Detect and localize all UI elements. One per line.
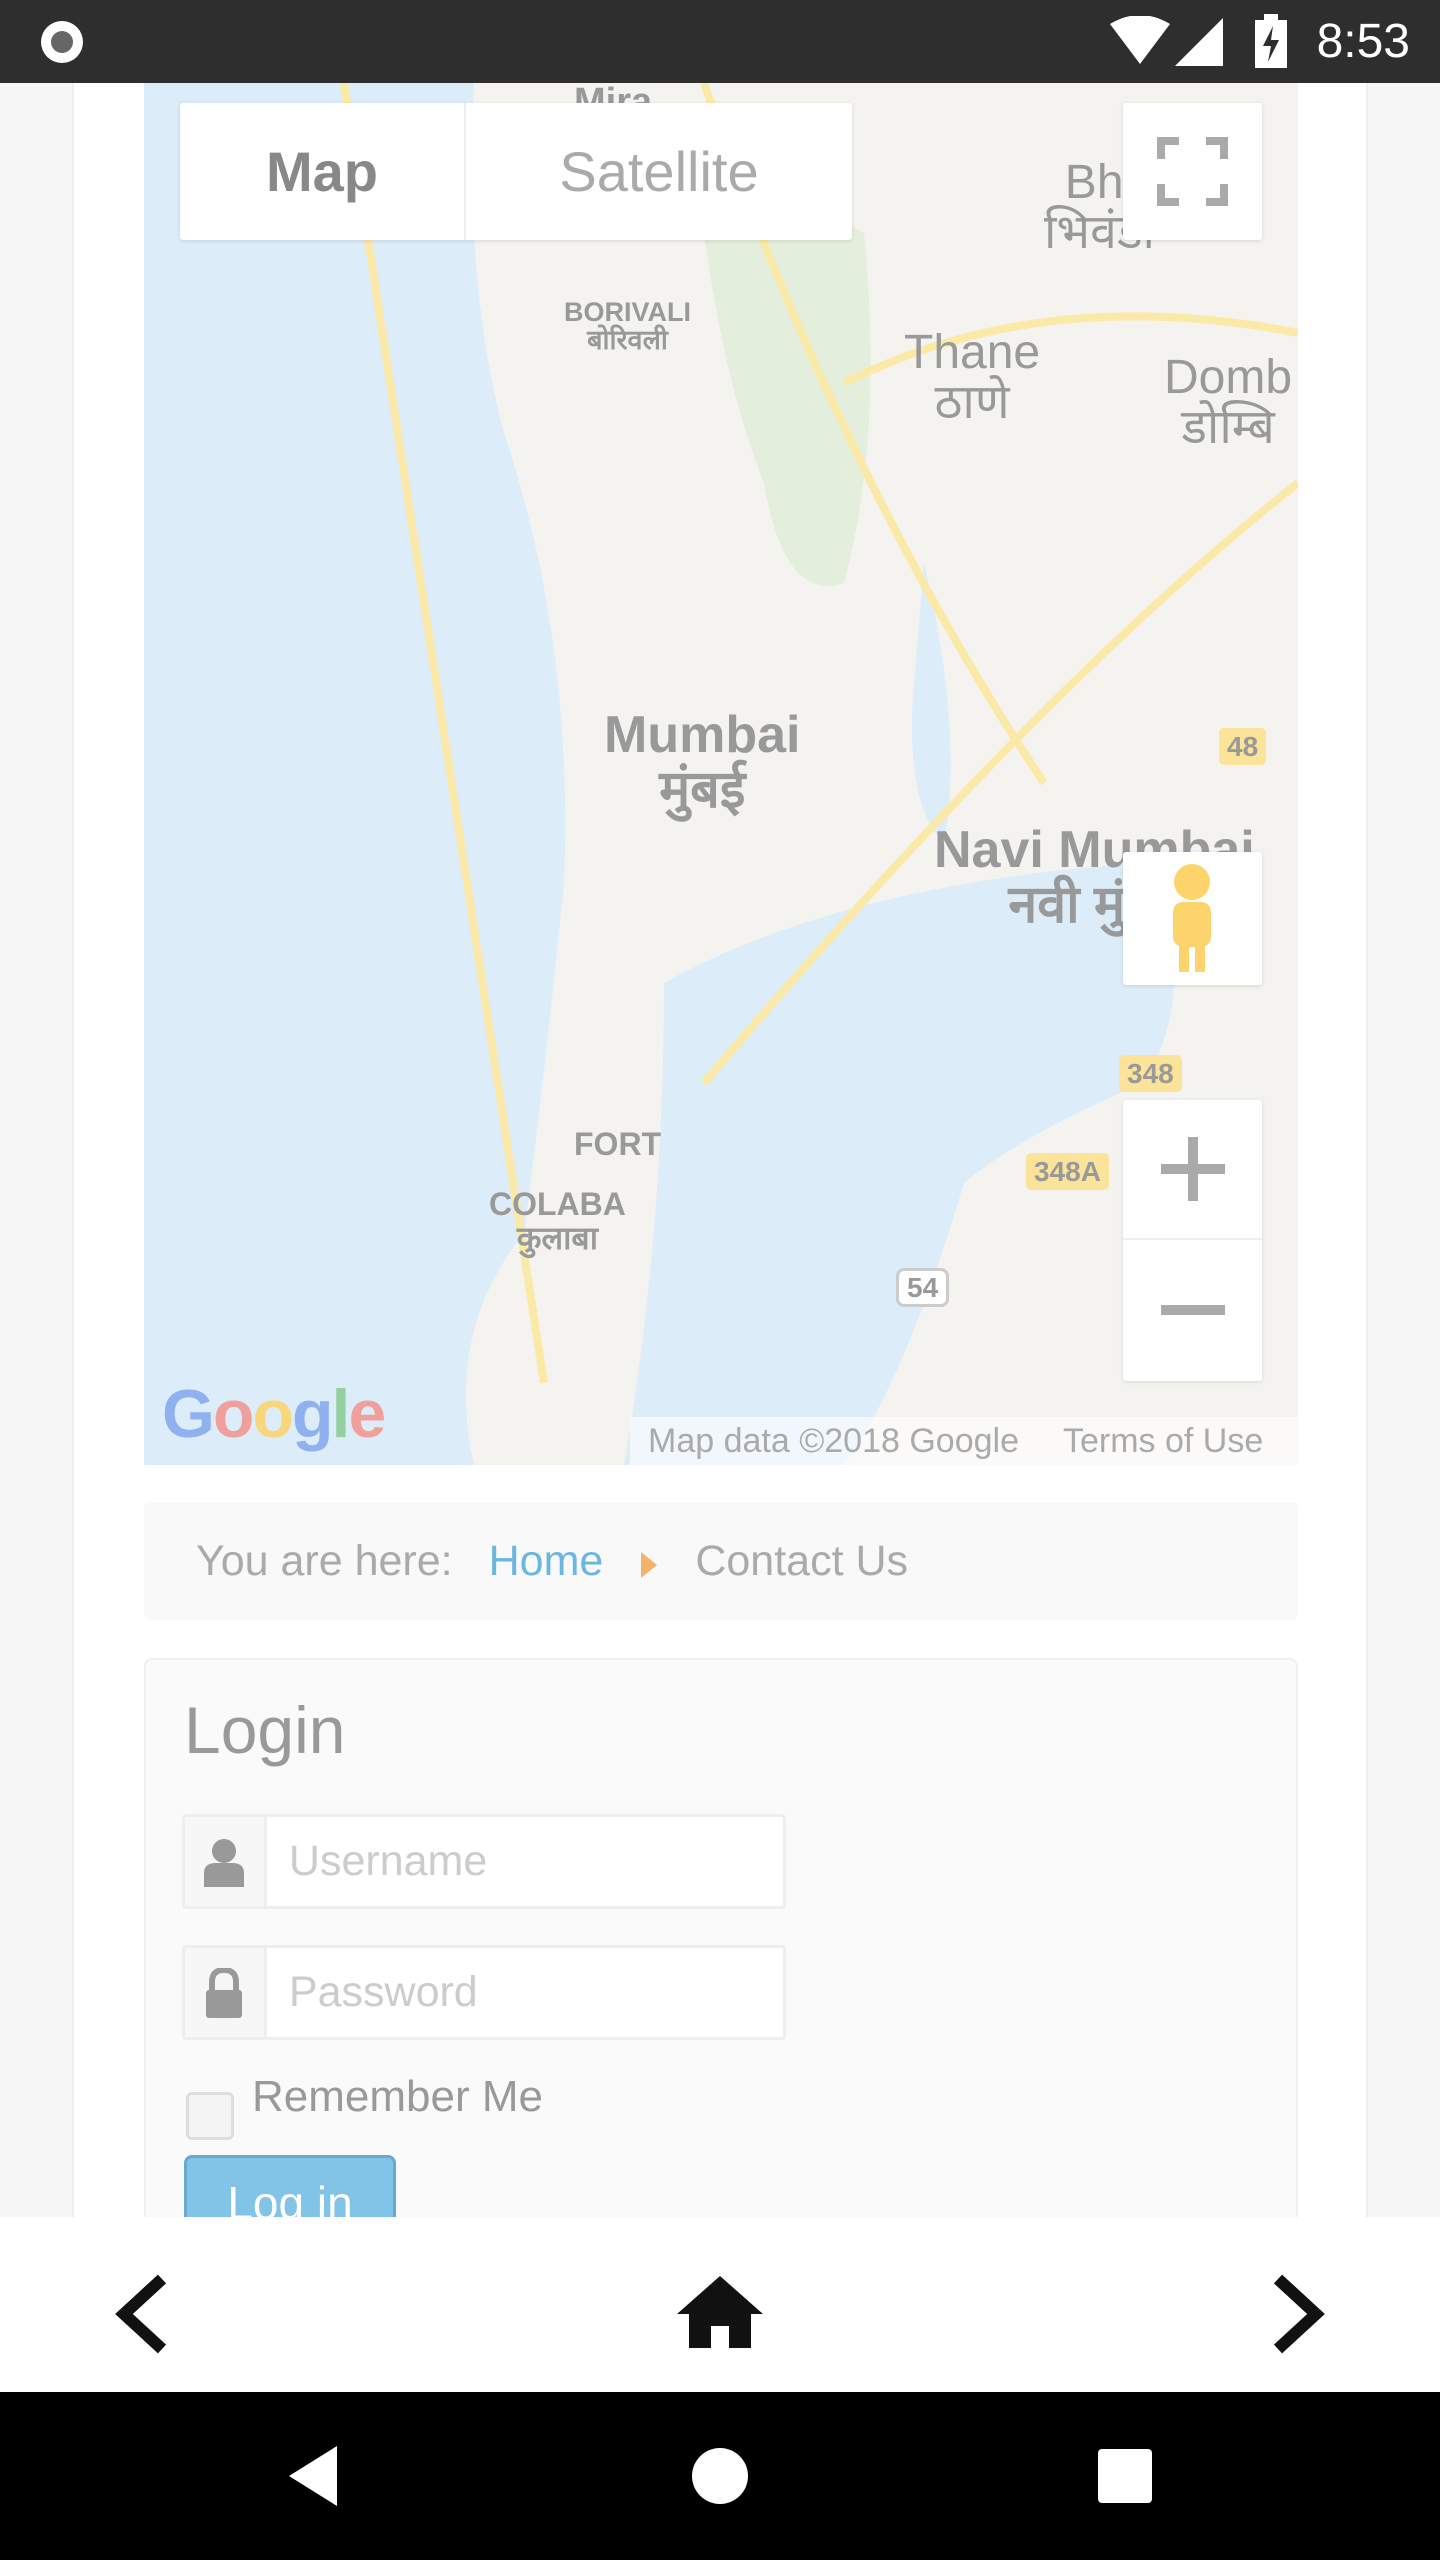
- map-label-dombivli: Domb डोम्बि: [1164, 351, 1293, 455]
- breadcrumb-home-link[interactable]: Home: [489, 1537, 604, 1586]
- remember-me-checkbox[interactable]: [186, 2092, 234, 2140]
- map-label-fort: FORT: [574, 1126, 662, 1162]
- lock-icon: [185, 1948, 267, 2037]
- nav-recents-icon[interactable]: [1098, 2449, 1152, 2503]
- record-icon: [41, 21, 83, 63]
- remember-me-label[interactable]: Remember Me: [252, 2072, 543, 2122]
- signal-icon: [1175, 18, 1223, 66]
- map-attribution: Map data ©2018 Google Terms of Use: [630, 1417, 1298, 1465]
- map-type-control: Map Satellite: [180, 103, 852, 240]
- plus-icon: [1160, 1137, 1225, 1201]
- map-label-colaba: COLABA कुलाबा: [489, 1186, 626, 1256]
- status-bar: 8:53: [0, 0, 1440, 83]
- fullscreen-icon: [1157, 137, 1228, 206]
- highway-shield: 348A: [1026, 1153, 1109, 1191]
- android-nav-bar: [0, 2392, 1440, 2560]
- google-logo[interactable]: Google: [162, 1375, 386, 1453]
- zoom-in-button[interactable]: [1123, 1100, 1262, 1240]
- map-label-thane: Thane ठाणे: [904, 326, 1041, 430]
- pegman-icon: [1173, 864, 1211, 972]
- browser-bottom-bar: [0, 2217, 1440, 2392]
- terms-of-use-link[interactable]: Terms of Use: [1063, 1422, 1263, 1461]
- highway-shield: 48: [1219, 728, 1267, 766]
- login-module: Login Remember Me Log in: [144, 1658, 1298, 2258]
- nav-back-icon[interactable]: [285, 2444, 345, 2508]
- map-type-map-button[interactable]: Map: [180, 103, 466, 240]
- map-label-mumbai: Mumbai मुंबई: [604, 706, 801, 819]
- map-data-text: Map data ©2018 Google: [648, 1421, 1019, 1460]
- wifi-icon: [1110, 16, 1170, 64]
- google-map[interactable]: Mira मीरा BORIVALI बोरिवली Thane ठाणे Bh…: [144, 83, 1298, 1465]
- breadcrumb: You are here: Home Contact Us: [144, 1502, 1298, 1620]
- map-label-borivali: BORIVALI बोरिवली: [564, 297, 691, 356]
- user-icon: [185, 1817, 267, 1906]
- map-type-satellite-button[interactable]: Satellite: [466, 103, 852, 240]
- forward-button[interactable]: [1268, 2274, 1328, 2354]
- street-view-pegman[interactable]: [1123, 852, 1262, 985]
- highway-shield: 54: [896, 1268, 950, 1308]
- back-button[interactable]: [112, 2274, 172, 2354]
- zoom-control: [1123, 1100, 1262, 1381]
- caret-right-icon: [641, 1552, 658, 1578]
- highway-shield: 348: [1119, 1055, 1182, 1093]
- nav-home-icon[interactable]: [690, 2446, 750, 2506]
- zoom-out-button[interactable]: [1123, 1240, 1262, 1379]
- username-group: [182, 1814, 786, 1909]
- login-title: Login: [184, 1693, 346, 1767]
- clock: 8:53: [1316, 15, 1410, 68]
- password-group: [182, 1945, 786, 2040]
- minus-icon: [1160, 1304, 1225, 1315]
- fullscreen-button[interactable]: [1123, 103, 1262, 240]
- home-icon[interactable]: [675, 2272, 765, 2352]
- breadcrumb-current: Contact Us: [695, 1536, 909, 1585]
- username-input[interactable]: [266, 1817, 783, 1906]
- breadcrumb-prefix: You are here:: [196, 1536, 453, 1585]
- password-input[interactable]: [266, 1948, 783, 2037]
- battery-charging-icon: [1255, 14, 1287, 68]
